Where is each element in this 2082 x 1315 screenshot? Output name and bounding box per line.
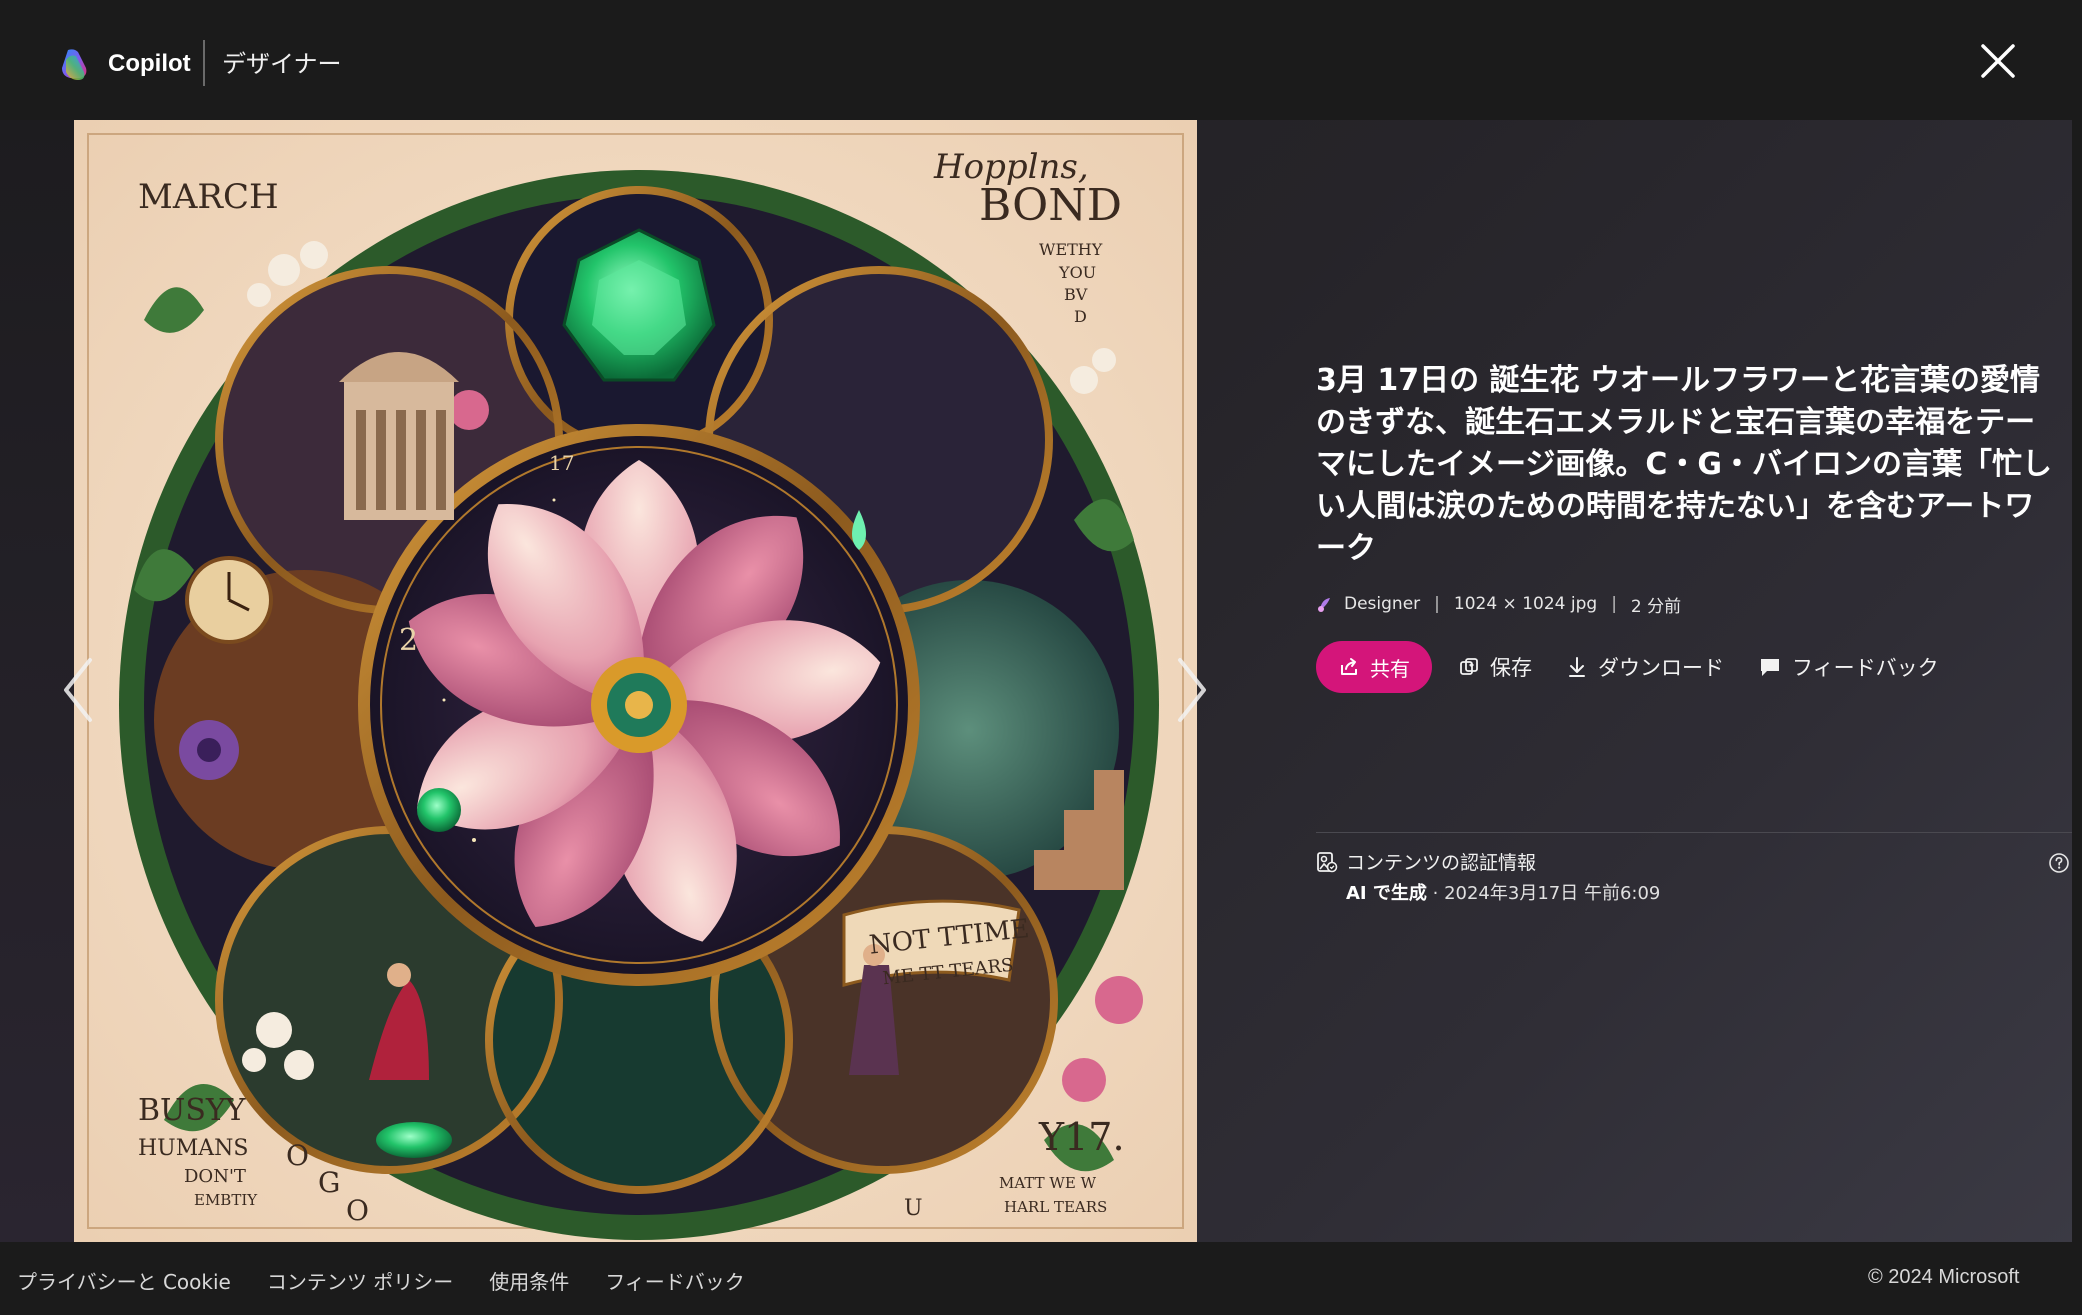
- action-bar: 共有 保存 ダウンロード フィードバック: [1316, 641, 1973, 693]
- brand-divider: [203, 40, 205, 86]
- footer-link-terms[interactable]: 使用条件: [489, 1266, 569, 1295]
- chevron-right-icon[interactable]: [1166, 650, 1216, 730]
- art-text-17: 17: [549, 451, 574, 475]
- art-text-weth-4: D: [1074, 307, 1087, 326]
- save-button[interactable]: 保存: [1458, 652, 1532, 682]
- art-text-busy-4: EMBTIY: [194, 1191, 258, 1209]
- meta-separator: |: [1611, 594, 1617, 614]
- credentials-date: · 2024年3月17日 午前6:09: [1426, 883, 1661, 904]
- footer-links: プライバシーと Cookie コンテンツ ポリシー 使用条件 フィードバック: [17, 1266, 745, 1295]
- share-icon: [1341, 658, 1357, 675]
- art-text-weth-1: WETHY: [1039, 240, 1103, 259]
- credentials-detail: AI で生成 · 2024年3月17日 午前6:09: [1346, 879, 1660, 905]
- meta-size: 1024 × 1024 jpg: [1453, 594, 1598, 614]
- credentials-label: コンテンツの認証情報: [1346, 852, 1537, 874]
- share-button[interactable]: 共有: [1316, 641, 1432, 693]
- copyright: © 2024 Microsoft: [1868, 1266, 2020, 1288]
- image-description-title: 3月 17日の 誕生花 ウオールフラワーと花言葉の愛情のきずな、誕生石エメラルド…: [1316, 363, 2053, 566]
- footer-link-feedback[interactable]: フィードバック: [605, 1266, 745, 1295]
- chevron-left-icon[interactable]: [54, 650, 104, 730]
- art-text-og-1: O: [286, 1139, 309, 1172]
- art-text-bond: BOND: [979, 180, 1122, 231]
- artwork-illustration: MARCH Hopplns, BOND WETHY YOU BV D BUSYY…: [74, 120, 1197, 1242]
- art-text-2: 2: [399, 623, 418, 658]
- art-text-og-3: O: [346, 1194, 369, 1227]
- meta-time: 2 分前: [1630, 596, 1682, 617]
- designer-icon: [1318, 598, 1330, 612]
- art-text-busy-3: DON'T: [184, 1166, 246, 1187]
- art-text-matt-2: HARL TEARS: [1004, 1198, 1107, 1216]
- generated-artwork-image[interactable]: MARCH Hopplns, BOND WETHY YOU BV D BUSYY…: [74, 120, 1197, 1242]
- feedback-label: フィードバック: [1792, 656, 1939, 680]
- product-name: デザイナー: [222, 50, 342, 78]
- art-text-busy-2: HUMANS: [138, 1136, 248, 1161]
- meta-source: Designer: [1344, 594, 1421, 614]
- download-icon: [1569, 657, 1585, 677]
- help-icon[interactable]: [2048, 852, 2070, 874]
- feedback-button[interactable]: フィードバック: [1758, 652, 1939, 682]
- art-text-weth-3: BV: [1064, 285, 1088, 304]
- content-credentials-icon: [1317, 851, 1338, 872]
- footer-link-privacy[interactable]: プライバシーと Cookie: [17, 1266, 231, 1295]
- footer-link-content-policy[interactable]: コンテンツ ポリシー: [267, 1266, 453, 1295]
- right-edge-strip: [2072, 0, 2082, 1315]
- save-label: 保存: [1490, 656, 1532, 680]
- feedback-icon: [1761, 659, 1779, 676]
- image-meta: Designer | 1024 × 1024 jpg | 2 分前: [1316, 591, 1681, 617]
- art-text-march: MARCH: [138, 177, 279, 217]
- close-icon[interactable]: [1975, 38, 2021, 84]
- meta-separator: |: [1434, 594, 1440, 614]
- art-text-busy-1: BUSYY: [138, 1093, 247, 1128]
- art-text-matt-1: MATT WE W: [999, 1174, 1097, 1192]
- copilot-logo-icon[interactable]: [58, 46, 94, 82]
- download-button[interactable]: ダウンロード: [1566, 652, 1724, 682]
- art-text-weth-2: YOU: [1058, 263, 1096, 282]
- download-label: ダウンロード: [1598, 656, 1724, 680]
- art-text-u: U: [904, 1196, 923, 1221]
- info-divider: [1316, 832, 2082, 833]
- footer: プライバシーと Cookie コンテンツ ポリシー 使用条件 フィードバック ©…: [0, 1242, 2082, 1315]
- content-credentials[interactable]: コンテンツの認証情報 AI で生成 · 2024年3月17日 午前6:09: [1316, 848, 1660, 905]
- share-label: 共有: [1370, 656, 1410, 681]
- save-icon: [1460, 658, 1478, 675]
- art-text-og-2: G: [318, 1166, 340, 1199]
- brand-name[interactable]: Copilot: [108, 48, 191, 80]
- ai-generated-label: AI で生成: [1346, 883, 1427, 904]
- art-text-y17: Y17.: [1038, 1115, 1125, 1159]
- header-bar: Copilot デザイナー: [0, 0, 2082, 120]
